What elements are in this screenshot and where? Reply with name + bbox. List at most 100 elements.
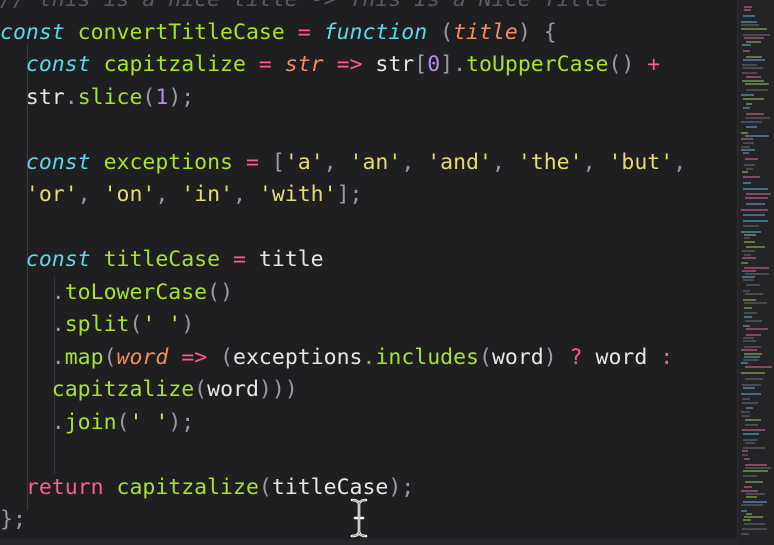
code-line[interactable]: .toLowerCase() [0, 277, 686, 310]
minimap-line [743, 142, 754, 144]
minimap-line [743, 15, 755, 17]
code-token: ' ' [129, 409, 169, 435]
code-editor[interactable]: // this is a nice title -> This Is a Nic… [0, 0, 738, 545]
code-token: = [284, 19, 324, 45]
code-token: ( [142, 84, 156, 110]
code-line[interactable]: return capitzalize(titleCase); [0, 472, 686, 505]
minimap-line [742, 398, 750, 400]
minimap[interactable] [737, 0, 774, 545]
minimap-line [743, 519, 751, 521]
minimap-line [741, 28, 767, 30]
code-line[interactable]: str.slice(1); [0, 82, 686, 115]
code-token: }; [0, 507, 26, 532]
code-token: str [0, 84, 65, 110]
minimap-line [744, 241, 755, 243]
minimap-line [743, 188, 768, 190]
minimap-line [744, 516, 763, 518]
code-line[interactable]: const exceptions = ['a', 'an', 'and', 't… [0, 147, 686, 180]
minimap-line [741, 510, 747, 512]
minimap-line [742, 72, 757, 74]
minimap-line [742, 64, 757, 66]
minimap-line [744, 316, 752, 318]
minimap-line [746, 246, 765, 248]
code-token: 'but' [608, 149, 674, 175]
code-token: [ [271, 149, 285, 175]
minimap-line [743, 299, 756, 301]
minimap-line [743, 107, 750, 109]
minimap-line [743, 50, 750, 52]
code-token: . [0, 312, 65, 337]
code-token: capitzalize [116, 474, 259, 500]
minimap-line [743, 447, 765, 449]
code-token: ) [181, 312, 195, 337]
code-token: 'on' [103, 182, 156, 207]
code-token: const [0, 247, 104, 272]
code-token: ( [103, 344, 117, 370]
code-token: ); [168, 409, 195, 435]
minimap-line [743, 433, 759, 435]
minimap-line [744, 302, 767, 304]
code-line[interactable]: }; [0, 504, 686, 537]
minimap-line [742, 276, 755, 278]
minimap-line [741, 146, 750, 148]
code-token: const [0, 149, 104, 175]
code-token: ( [116, 409, 130, 435]
code-line[interactable]: 'or', 'on', 'in', 'with']; [0, 179, 686, 212]
code-token: word [116, 344, 169, 370]
code-line[interactable]: .join(' '); [0, 407, 686, 440]
code-token: word [207, 377, 259, 402]
code-line[interactable]: const capitzalize = str => str[0].toUppe… [0, 49, 686, 82]
minimap-line [743, 59, 765, 61]
minimap-line [745, 117, 770, 119]
code-token: word [491, 344, 544, 370]
code-token: () [207, 279, 234, 305]
code-token: ( [258, 474, 272, 500]
minimap-line [741, 231, 761, 233]
code-token: ); [168, 84, 195, 110]
code-token: = [220, 247, 259, 272]
code-token: , [155, 182, 182, 207]
minimap-line [746, 56, 762, 58]
minimap-line [743, 225, 759, 227]
minimap-line [744, 307, 752, 309]
code-content[interactable]: // this is a nice title -> This Is a Nic… [0, 0, 686, 537]
code-token: ( [479, 344, 492, 370]
minimap-line [743, 152, 749, 154]
code-line[interactable]: const convertTitleCase = function (title… [0, 17, 686, 50]
code-line[interactable] [0, 114, 686, 147]
minimap-line [742, 402, 758, 404]
code-line[interactable] [0, 439, 686, 472]
code-token: function [323, 19, 428, 45]
code-line[interactable]: capitzalize(word))) [0, 374, 686, 407]
minimap-line [743, 470, 768, 472]
code-token: exceptions [233, 344, 363, 370]
code-token: const [0, 19, 78, 45]
minimap-line [743, 337, 754, 339]
code-token: 'in' [181, 182, 234, 207]
code-token: split [64, 312, 130, 337]
code-token: ( [194, 377, 208, 402]
code-line[interactable] [0, 212, 686, 245]
minimap-line [745, 419, 761, 421]
minimap-line [744, 6, 752, 8]
minimap-line [743, 359, 759, 361]
code-token: 'the' [517, 149, 583, 175]
minimap-line [746, 168, 753, 170]
minimap-line [742, 171, 748, 173]
code-line[interactable]: .map(word => (exceptions.includes(word) … [0, 342, 686, 375]
minimap-line [742, 528, 767, 530]
minimap-line [746, 496, 757, 498]
code-token: 'a' [284, 149, 324, 175]
minimap-line [744, 523, 765, 525]
minimap-line [746, 328, 768, 330]
code-line[interactable]: .split(' ') [0, 309, 686, 342]
horizontal-scrollbar[interactable] [0, 539, 738, 545]
minimap-line [741, 21, 757, 23]
code-token: title [258, 247, 324, 272]
code-line[interactable]: // this is a nice title -> This Is a Nic… [0, 0, 686, 17]
minimap-line [743, 501, 767, 503]
code-line[interactable]: const titleCase = title [0, 244, 686, 277]
minimap-line [742, 384, 761, 386]
minimap-line [746, 113, 764, 115]
minimap-line [744, 254, 751, 256]
